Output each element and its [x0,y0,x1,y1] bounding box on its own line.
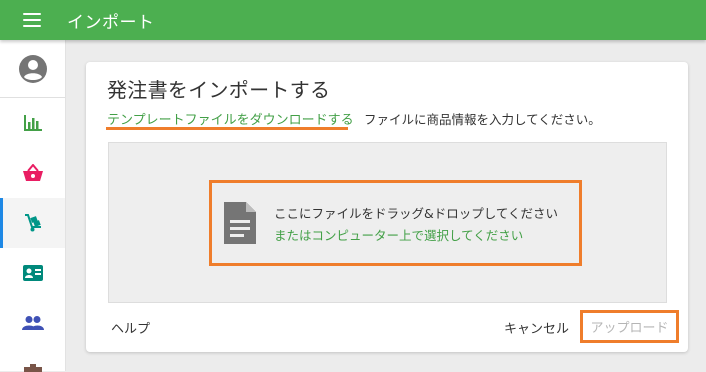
sidebar-item-reports[interactable] [0,98,65,148]
sidebar-item-shop[interactable] [0,148,65,198]
app-title: インポート [67,12,155,33]
people-icon [21,316,44,330]
id-card-icon [22,265,43,281]
instruction-text: ファイルに商品情報を入力してください。 [364,112,601,127]
cancel-button[interactable]: キャンセル [504,318,569,337]
help-button[interactable]: ヘルプ [111,318,150,337]
basket-icon [22,164,43,181]
import-dialog: 発注書をインポートする テンプレートファイルをダウンロードする ファイルに商品情… [86,62,688,352]
dialog-title: 発注書をインポートする [107,78,331,102]
upload-button[interactable]: アップロード [580,310,679,343]
link-highlight-underline [106,127,348,130]
menu-icon[interactable] [23,13,41,27]
bar-chart-icon [23,115,42,131]
document-icon [224,202,256,244]
account-circle-icon [18,54,47,83]
sidebar [0,40,66,372]
dropzone-main-text: ここにファイルをドラッグ&ドロップしてください [274,205,558,221]
sidebar-item-users[interactable] [0,298,65,348]
sidebar-item-contacts[interactable] [0,248,65,298]
top-app-bar: インポート [0,0,706,40]
dropzone-target[interactable]: ここにファイルをドラッグ&ドロップしてください またはコンピューター上で選択して… [209,180,582,266]
sidebar-item-purchase-orders[interactable] [0,198,65,248]
sidebar-item-more[interactable] [0,348,65,372]
hand-truck-icon [24,214,41,232]
file-dropzone[interactable]: ここにファイルをドラッグ&ドロップしてください またはコンピューター上で選択して… [108,142,667,303]
download-template-link[interactable]: テンプレートファイルをダウンロードする [107,109,354,128]
select-file-link[interactable]: またはコンピューター上で選択してください [274,225,558,244]
avatar[interactable] [0,40,65,98]
